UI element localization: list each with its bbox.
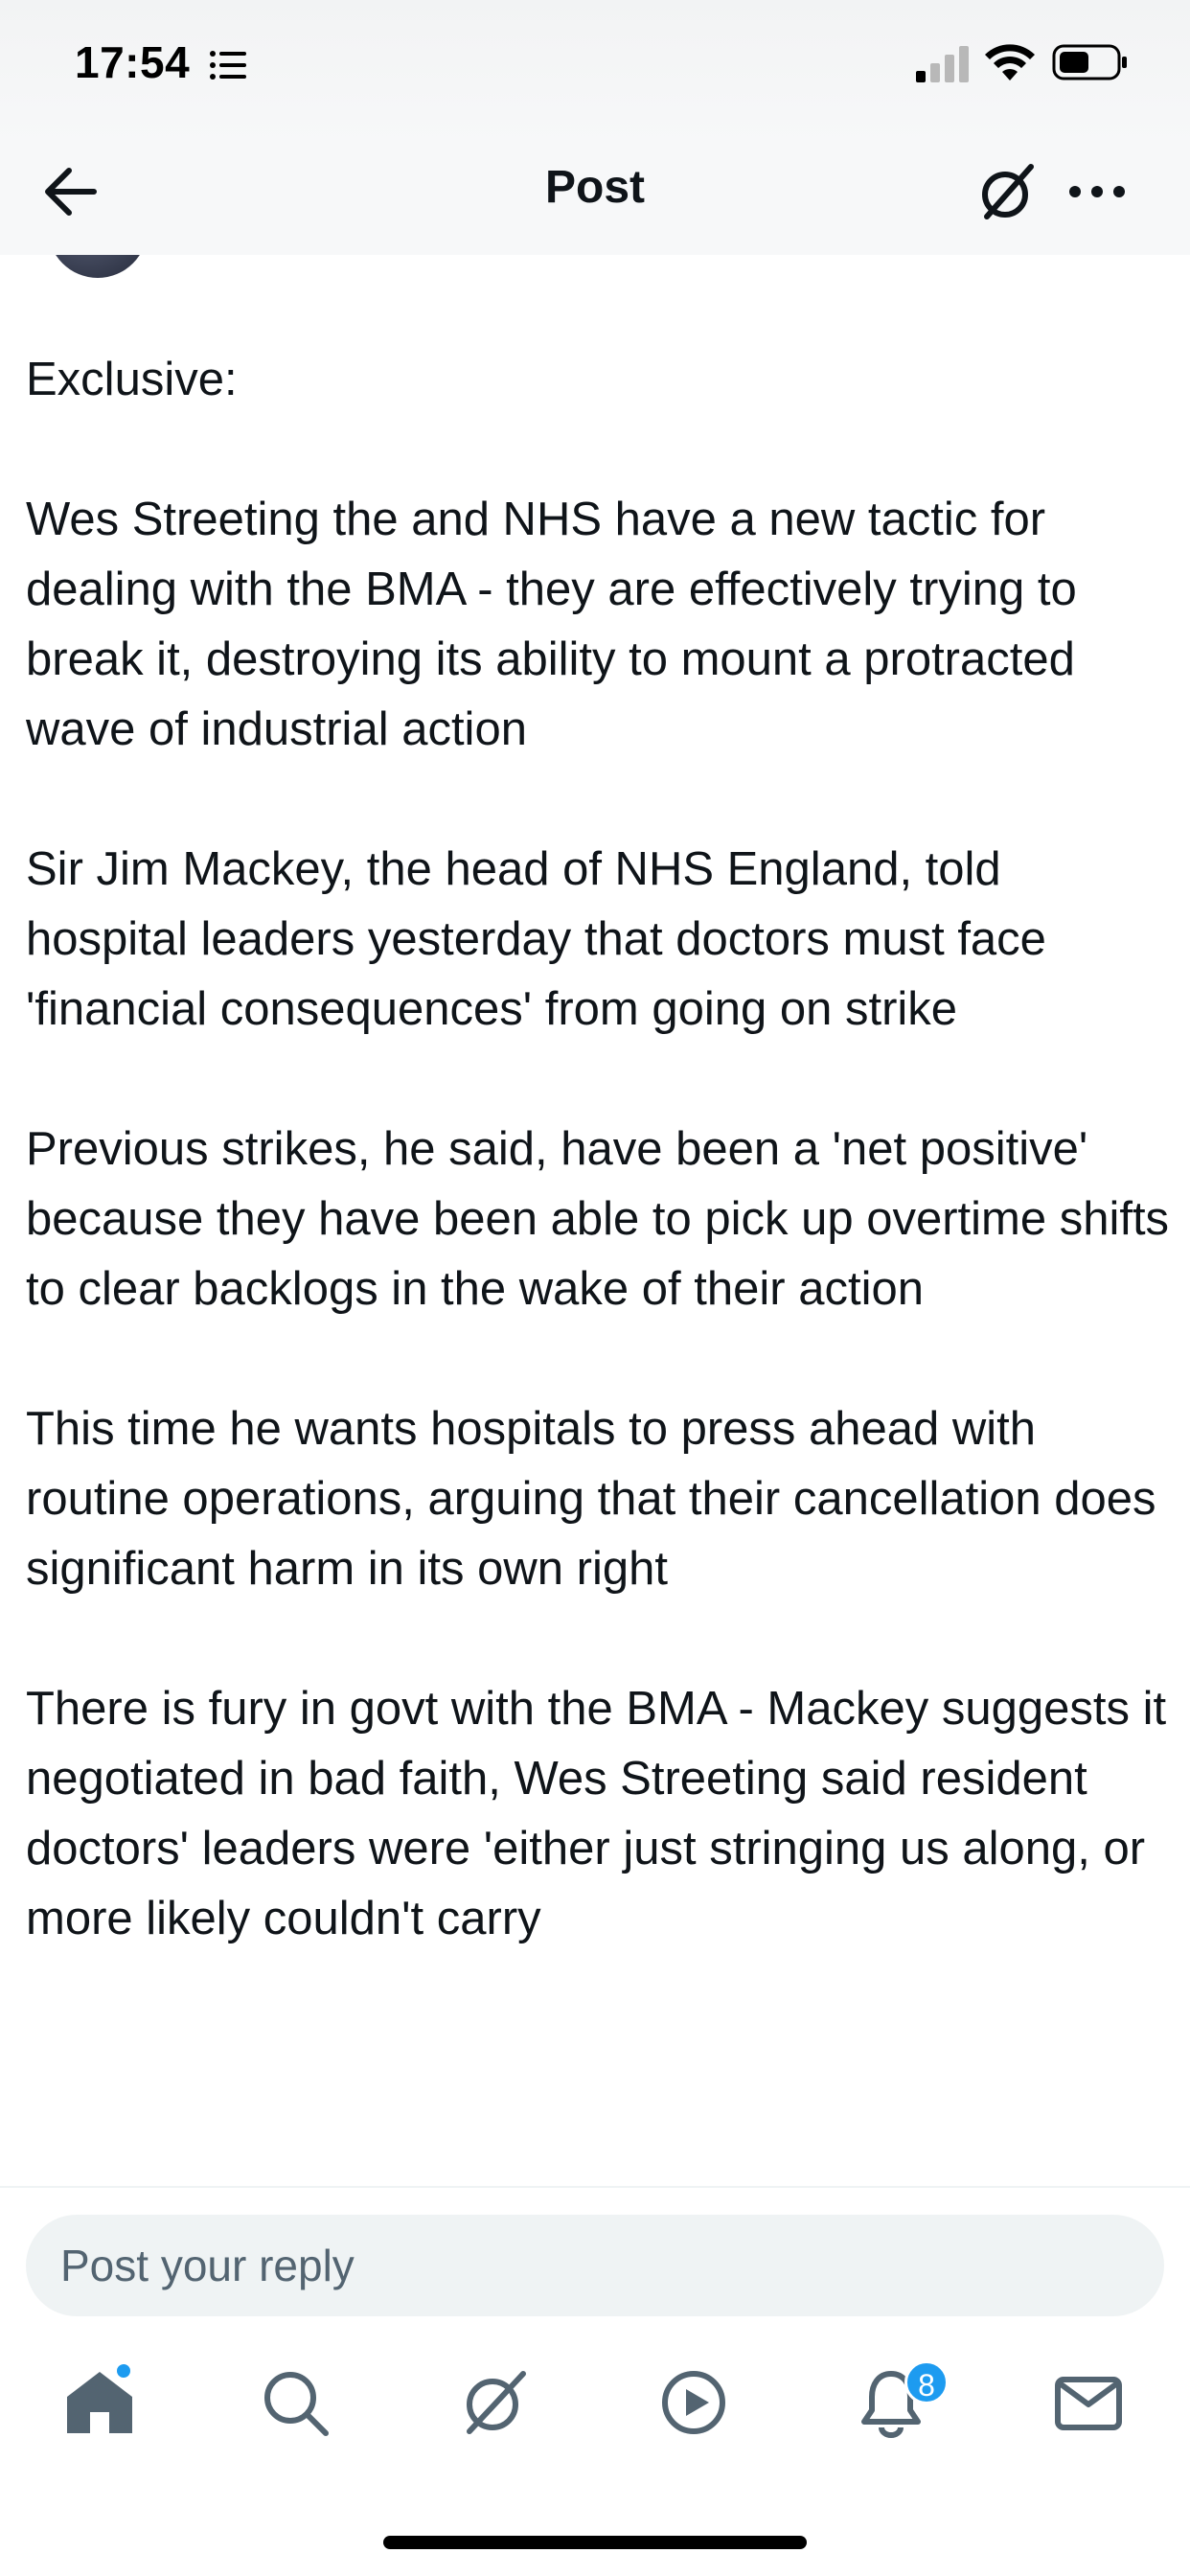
search-icon xyxy=(264,2372,329,2436)
reply-bar xyxy=(0,2186,1190,2320)
post-paragraph: Wes Streeting the and NHS have a new tac… xyxy=(26,494,1077,755)
tab-messages[interactable] xyxy=(1052,2366,1125,2439)
grok-icon xyxy=(467,2371,526,2434)
avatar[interactable] xyxy=(48,255,148,278)
tab-video[interactable] xyxy=(657,2366,730,2439)
screen: 17:54 Post Exclusive: Wes Streeting the … xyxy=(0,0,1190,2576)
wifi-icon xyxy=(985,44,1035,80)
grok-icon[interactable] xyxy=(975,161,1039,224)
reply-input[interactable] xyxy=(26,2215,1164,2316)
tab-grok[interactable] xyxy=(458,2366,531,2439)
status-bar: 17:54 xyxy=(0,0,1190,144)
signal-icon xyxy=(916,46,969,82)
post-paragraph: Exclusive: xyxy=(26,354,238,405)
video-icon xyxy=(662,2371,725,2434)
post-paragraph: This time he wants hospitals to press ah… xyxy=(26,1403,1156,1595)
post-paragraph: Sir Jim Mackey, the head of NHS England,… xyxy=(26,843,1046,1035)
messages-icon xyxy=(1055,2377,1122,2430)
post-content: Exclusive: Wes Streeting the and NHS hav… xyxy=(0,255,1190,2186)
more-icon[interactable] xyxy=(1067,182,1127,201)
list-icon xyxy=(210,51,246,80)
home-indicator[interactable] xyxy=(383,2536,807,2549)
post-paragraph: Previous strikes, he said, have been a '… xyxy=(26,1123,1170,1315)
bottom-tab-bar: 8 xyxy=(0,2320,1190,2483)
home-unread-dot xyxy=(115,2362,132,2380)
post-text: Exclusive: Wes Streeting the and NHS hav… xyxy=(26,345,1176,2024)
status-time: 17:54 xyxy=(75,37,191,87)
notification-badge: 8 xyxy=(904,2360,949,2404)
post-header: Post xyxy=(0,144,1190,255)
post-paragraph: There is fury in govt with the BMA - Mac… xyxy=(26,1683,1167,1944)
tab-search[interactable] xyxy=(259,2366,332,2439)
battery-icon xyxy=(1052,44,1127,80)
